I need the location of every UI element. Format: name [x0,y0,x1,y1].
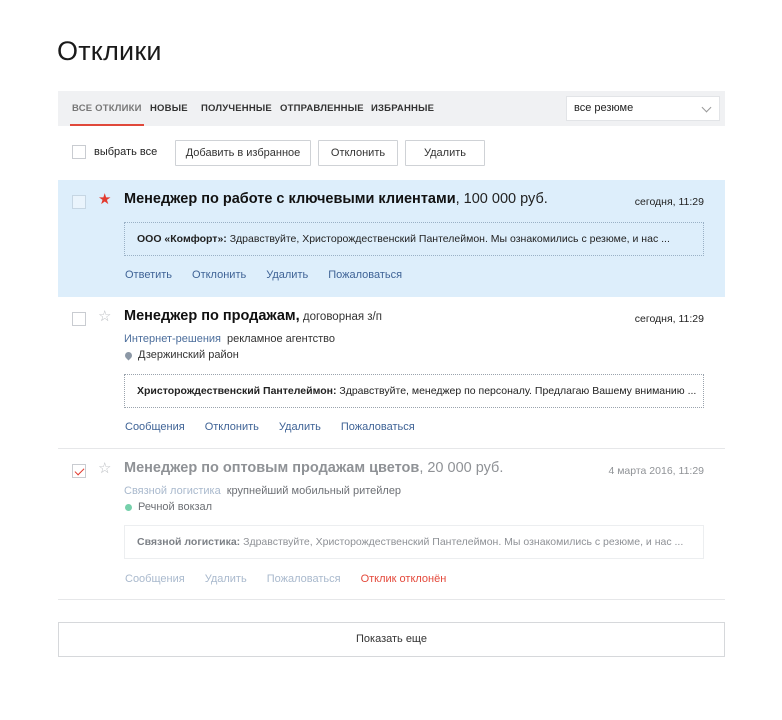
company-line: Связной логистика крупнейший мобильный ри… [124,485,401,497]
report-link[interactable]: Пожаловаться [267,573,341,585]
response-checkbox[interactable] [72,195,86,209]
messages-link[interactable]: Сообщения [125,421,185,433]
page-title: Отклики [57,36,162,66]
tab-favorites[interactable]: ИЗБРАННЫЕ [371,91,434,126]
report-link[interactable]: Пожаловаться [341,421,415,433]
reject-link[interactable]: Отклонить [192,269,246,281]
message-preview[interactable]: ООО «Комфорт»: Здравствуйте, Христорожде… [124,222,704,256]
message-text: Здравствуйте, менеджер по персоналу. Пре… [336,385,697,397]
delete-link[interactable]: Удалить [279,421,321,433]
location-text: Речной вокзал [138,501,213,513]
tab-received[interactable]: ПОЛУЧЕННЫЕ [201,91,272,126]
response-actions: Сообщения Удалить Пожаловаться Отклик от… [125,573,466,585]
report-link[interactable]: Пожаловаться [328,269,402,281]
job-title[interactable]: Менеджер по работе с ключевыми клиентами [124,191,456,207]
select-all-checkbox[interactable] [72,145,86,159]
tab-all-responses[interactable]: ВСЕ ОТКЛИКИ [70,91,144,126]
chevron-down-icon [701,102,712,113]
response-checkbox-checked[interactable] [72,464,86,478]
delete-link[interactable]: Удалить [266,269,308,281]
reply-link[interactable]: Ответить [125,269,172,281]
response-date: 4 марта 2016, 11:29 [608,465,704,477]
show-more-button[interactable]: Показать еще [58,622,725,657]
response-title: Менеджер по продажам, договорная з/п [124,308,382,324]
rejected-status: Отклик отклонён [360,573,447,585]
delete-button[interactable]: Удалить [405,140,485,166]
salary: , 100 000 руб. [455,191,548,207]
map-pin-icon [123,350,134,360]
company-name-link[interactable]: Интернет-решения [124,333,221,345]
select-all-control[interactable]: выбрать все [72,144,157,160]
message-text: Здравствуйте, Христорождественский Панте… [226,233,670,245]
response-checkbox[interactable] [72,312,86,326]
star-filled-icon[interactable]: ★ [98,191,111,209]
location-line: Речной вокзал [124,501,212,513]
star-outline-icon[interactable]: ☆ [98,308,111,326]
select-all-label: выбрать все [94,146,158,158]
message-sender: ООО «Комфорт»: [137,233,227,245]
location-text: Дзержинский район [138,349,239,361]
response-actions: Сообщения Отклонить Удалить Пожаловаться [125,421,435,433]
message-preview[interactable]: Связной логистика: Здравствуйте, Христор… [124,525,704,559]
message-sender: Христорождественский Пантелеймон: [137,385,337,397]
star-outline-icon[interactable]: ☆ [98,460,111,478]
location-line: Дзержинский район [123,349,239,361]
response-card: ☆ Менеджер по продажам, договорная з/п с… [58,297,725,449]
job-title[interactable]: Менеджер по оптовым продажам цветов [124,460,419,476]
tab-new[interactable]: НОВЫЕ [150,91,188,126]
tab-sent[interactable]: ОТПРАВЛЕННЫЕ [280,91,364,126]
response-title: Менеджер по работе с ключевыми клиентами… [124,191,548,207]
company-description: рекламное агентство [227,333,336,345]
job-title[interactable]: Менеджер по продажам, [124,308,300,324]
company-description: крупнейший мобильный ритейлер [226,485,402,497]
salary: , 20 000 руб. [419,460,504,476]
response-date: сегодня, 11:29 [634,196,704,208]
response-actions: Ответить Отклонить Удалить Пожаловаться [125,269,422,281]
reject-link[interactable]: Отклонить [205,421,259,433]
resume-filter-value: все резюме [574,102,634,114]
salary: договорная з/п [299,311,382,323]
company-name-link[interactable]: Связной логистика [124,485,221,497]
response-title: Менеджер по оптовым продажам цветов, 20 … [124,460,503,476]
reject-button[interactable]: Отклонить [318,140,398,166]
message-text: Здравствуйте, Христорождественский Панте… [240,536,684,548]
response-date: сегодня, 11:29 [634,313,704,325]
response-card: ★ Менеджер по работе с ключевыми клиента… [58,180,725,297]
metro-dot-icon [125,503,132,511]
message-preview[interactable]: Христорождественский Пантелеймон: Здравс… [124,374,704,408]
message-sender: Связной логистика: [137,536,241,548]
response-card: ☆ Менеджер по оптовым продажам цветов, 2… [58,449,725,600]
delete-link[interactable]: Удалить [205,573,247,585]
company-line: Интернет-решения рекламное агентство [124,333,335,345]
resume-filter-select[interactable]: все резюме [566,96,720,121]
add-to-favorites-button[interactable]: Добавить в избранное [175,140,311,166]
messages-link[interactable]: Сообщения [125,573,185,585]
